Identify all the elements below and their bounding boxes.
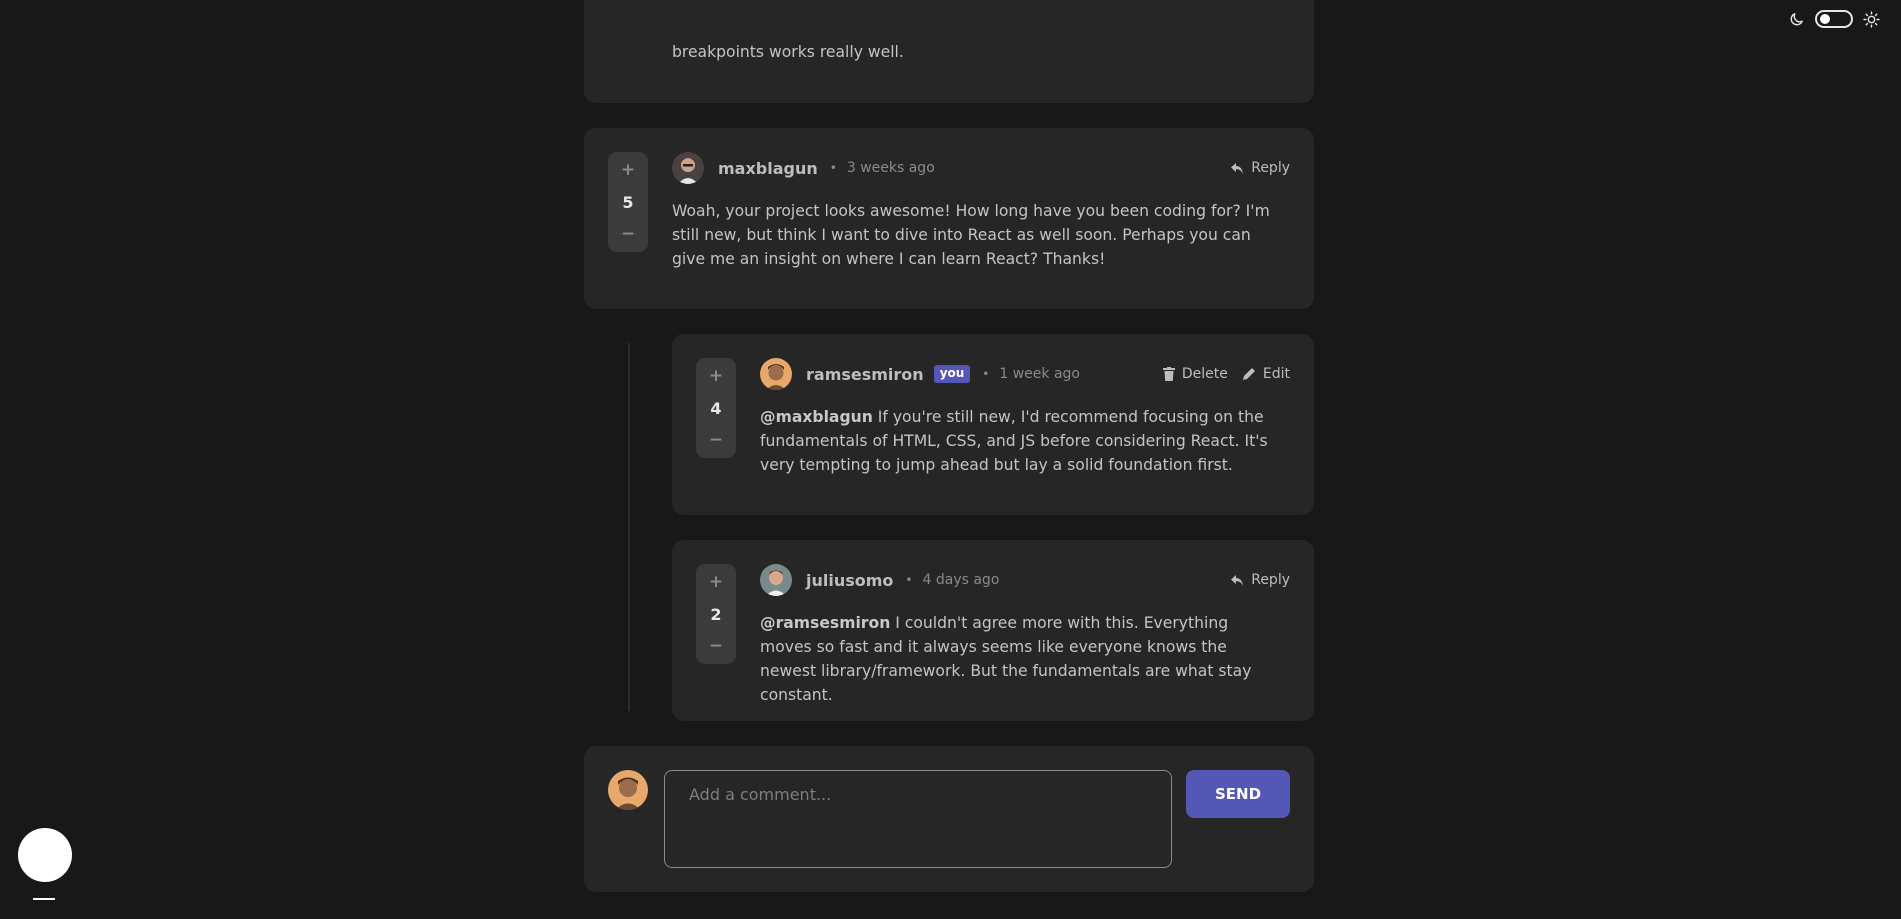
timestamp: 3 weeks ago	[846, 160, 935, 176]
comment-header: maxblagun • 3 weeks ago Reply	[672, 152, 1290, 184]
comment-content: Woah, your project looks awesome! How lo…	[672, 202, 1270, 268]
mention[interactable]: @ramsesmiron	[760, 614, 890, 632]
username[interactable]: ramsesmiron	[806, 365, 924, 384]
corner-dash	[33, 898, 55, 900]
upvote-button[interactable]: +	[709, 574, 723, 591]
theme-toggle	[1788, 10, 1880, 28]
reply-label: Reply	[1251, 572, 1290, 588]
delete-button[interactable]: Delete	[1162, 366, 1228, 382]
moon-icon	[1790, 12, 1803, 25]
reply-card: + 2 − juliusomo • 4 days ago Reply @rams…	[672, 540, 1314, 721]
you-badge: you	[933, 365, 971, 383]
vote-control: + 4 −	[696, 358, 736, 458]
comment-card: + 5 − maxblagun • 3 weeks ago Reply Woah…	[584, 128, 1314, 309]
comment-composer: SEND	[584, 746, 1314, 892]
edit-icon	[1242, 368, 1255, 380]
comment-text: @ramsesmiron I couldn't agree more with …	[760, 611, 1272, 707]
reply-button[interactable]: Reply	[1230, 572, 1290, 588]
comment-actions: Delete Edit	[1162, 366, 1290, 382]
send-button[interactable]: SEND	[1186, 770, 1290, 818]
sun-icon	[1863, 10, 1880, 28]
downvote-button[interactable]: −	[621, 226, 635, 243]
vote-score: 4	[710, 398, 722, 418]
reply-card: + 4 − ramsesmiron you • 1 week ago Delet…	[672, 334, 1314, 515]
reply-icon	[1231, 162, 1244, 174]
vote-score: 5	[622, 192, 634, 212]
floating-action-circle[interactable]	[18, 828, 72, 882]
delete-label: Delete	[1181, 366, 1228, 382]
comment-card-partial: breakpoints works really well.	[584, 0, 1314, 103]
reply-label: Reply	[1251, 160, 1290, 176]
vote-score: 2	[710, 604, 722, 624]
comment-text: @maxblagun If you're still new, I'd reco…	[760, 405, 1272, 477]
avatar	[672, 152, 704, 184]
comment-text: breakpoints works really well.	[672, 43, 904, 61]
separator-dot: •	[905, 573, 913, 587]
thread-line	[628, 343, 630, 711]
downvote-button[interactable]: −	[709, 432, 723, 449]
theme-switch[interactable]	[1815, 10, 1853, 28]
timestamp: 1 week ago	[999, 366, 1080, 382]
username[interactable]: maxblagun	[718, 159, 818, 178]
upvote-button[interactable]: +	[709, 368, 723, 385]
delete-icon	[1162, 367, 1175, 381]
reply-button[interactable]: Reply	[1230, 160, 1290, 176]
comment-header: juliusomo • 4 days ago Reply	[760, 564, 1290, 596]
reply-icon	[1231, 574, 1244, 586]
vote-control: + 2 −	[696, 564, 736, 664]
avatar	[760, 358, 792, 390]
vote-control: + 5 −	[608, 152, 648, 252]
comment-actions: Reply	[1230, 160, 1290, 176]
edit-label: Edit	[1262, 366, 1290, 382]
separator-dot: •	[982, 367, 990, 381]
mention[interactable]: @maxblagun	[760, 408, 873, 426]
comment-header: ramsesmiron you • 1 week ago Delete Edit	[760, 358, 1290, 390]
comment-actions: Reply	[1230, 572, 1290, 588]
downvote-button[interactable]: −	[709, 638, 723, 655]
comment-input[interactable]	[664, 770, 1172, 868]
current-user-avatar	[608, 770, 648, 810]
comment-text: Woah, your project looks awesome! How lo…	[672, 199, 1272, 271]
separator-dot: •	[829, 161, 837, 175]
username[interactable]: juliusomo	[806, 571, 893, 590]
timestamp: 4 days ago	[922, 572, 1000, 588]
avatar	[760, 564, 792, 596]
upvote-button[interactable]: +	[621, 162, 635, 179]
edit-button[interactable]: Edit	[1242, 366, 1290, 382]
